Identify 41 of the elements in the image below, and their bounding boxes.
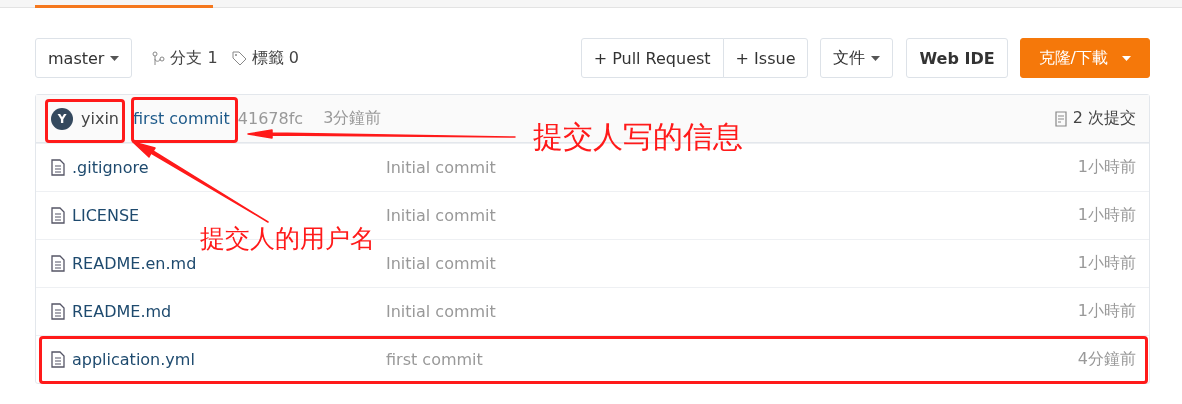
file-icon: [51, 303, 65, 320]
file-icon: [51, 159, 65, 176]
ide-button[interactable]: Web IDE: [906, 38, 1008, 78]
file-time: 1小時前: [1077, 253, 1136, 274]
branch-icon: [152, 50, 166, 66]
file-dropdown[interactable]: 文件: [820, 38, 894, 78]
file-commit-message: first commit: [386, 350, 483, 369]
action-button[interactable]: + Pull Request: [580, 38, 724, 78]
file-commit-message: Initial commit: [386, 302, 496, 321]
file-icon: [51, 351, 65, 368]
caret-icon: [871, 55, 881, 61]
commit-message-link[interactable]: first commit: [132, 109, 230, 128]
file-icon: [51, 207, 65, 224]
annotation-label: 提交人写的信息: [533, 122, 743, 152]
commit-count[interactable]: 2 次提交: [1072, 108, 1136, 129]
annotation-label: 提交人的用户名: [200, 226, 375, 251]
tag-icon: [231, 50, 247, 66]
branch-count[interactable]: 分支 1: [170, 47, 218, 69]
caret-icon: [110, 55, 120, 61]
file-time: 4分鐘前: [1077, 349, 1136, 370]
commit-time: 3分鐘前: [323, 108, 382, 129]
branch-dropdown[interactable]: master: [35, 38, 133, 78]
file-name[interactable]: README.en.md: [72, 254, 386, 273]
file-name[interactable]: .gitignore: [72, 158, 386, 177]
file-commit-message: Initial commit: [386, 158, 496, 177]
file-time: 1小時前: [1077, 301, 1136, 322]
commits-icon: [1054, 110, 1068, 127]
action-button[interactable]: + Issue: [722, 38, 809, 78]
file-name[interactable]: README.md: [72, 302, 386, 321]
file-time: 1小時前: [1077, 157, 1136, 178]
file-name[interactable]: application.yml: [72, 350, 386, 369]
commit-hash: 41678fc: [237, 109, 304, 128]
file-name[interactable]: LICENSE: [72, 206, 386, 225]
file-commit-message: Initial commit: [386, 206, 496, 225]
tag-count[interactable]: 標籤 0: [251, 47, 299, 69]
avatar: Y: [51, 107, 73, 130]
author-link[interactable]: yixin: [81, 109, 119, 128]
caret-icon: [1122, 55, 1131, 61]
file-time: 1小時前: [1077, 205, 1136, 226]
file-commit-message: Initial commit: [386, 254, 496, 273]
file-icon: [51, 255, 65, 272]
